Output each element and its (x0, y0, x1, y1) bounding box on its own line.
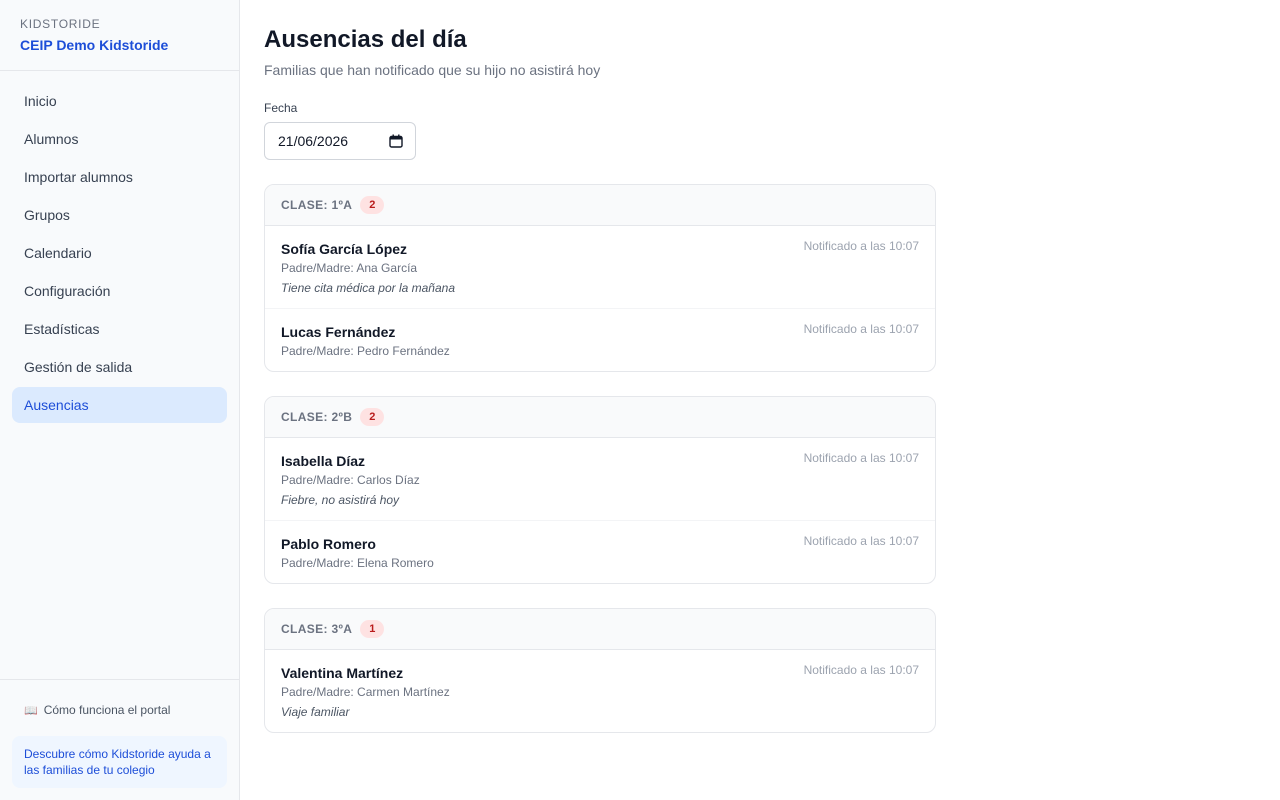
sidebar-item-inicio[interactable]: Inicio (12, 83, 227, 119)
sidebar-item-grupos[interactable]: Grupos (12, 197, 227, 233)
book-icon: 📖 (24, 704, 38, 717)
absence-note: Fiebre, no asistirá hoy (281, 493, 400, 507)
sidebar-item-alumnos[interactable]: Alumnos (12, 121, 227, 157)
promo-banner[interactable]: Descubre cómo Kidstoride ayuda a las fam… (12, 736, 227, 788)
page-title: Ausencias del día (264, 26, 467, 53)
calendar-icon[interactable] (389, 134, 403, 148)
absence-row: Valentina Martínez Padre/Madre: Carmen M… (265, 650, 935, 732)
date-input[interactable]: 21/06/2026 (264, 122, 416, 160)
absence-count-badge: 2 (360, 408, 385, 426)
sidebar-footer: 📖 Cómo funciona el portal Descubre cómo … (0, 679, 239, 800)
sidebar-item-ausencias[interactable]: Ausencias (12, 387, 227, 423)
notified-time: Notificado a las 10:07 (803, 534, 919, 548)
date-value: 21/06/2026 (278, 133, 349, 149)
class-header: CLASE: 1ºA 2 (265, 185, 935, 226)
parent-name: Padre/Madre: Carlos Díaz (281, 473, 420, 487)
notified-time: Notificado a las 10:07 (803, 451, 919, 465)
absence-row: Lucas Fernández Padre/Madre: Pedro Ferná… (265, 309, 935, 371)
absence-row: Pablo Romero Padre/Madre: Elena Romero N… (265, 521, 935, 583)
class-card-1a: CLASE: 1ºA 2 Sofía García López Padre/Ma… (264, 184, 936, 372)
notified-time: Notificado a las 10:07 (803, 663, 919, 677)
class-title: CLASE: 2ºB (281, 410, 353, 424)
help-link-label: Cómo funciona el portal (43, 703, 171, 717)
parent-name: Padre/Madre: Carmen Martínez (281, 685, 450, 699)
sidebar-item-importar-alumnos[interactable]: Importar alumnos (12, 159, 227, 195)
class-header: CLASE: 2ºB 2 (265, 397, 935, 438)
help-link[interactable]: 📖 Cómo funciona el portal (12, 700, 227, 720)
sidebar-nav: Inicio Alumnos Importar alumnos Grupos C… (0, 71, 239, 423)
class-card-2b: CLASE: 2ºB 2 Isabella Díaz Padre/Madre: … (264, 396, 936, 584)
absence-row: Sofía García López Padre/Madre: Ana Garc… (265, 226, 935, 309)
sidebar-item-calendario[interactable]: Calendario (12, 235, 227, 271)
school-name: CEIP Demo Kidstoride (20, 37, 169, 53)
notified-time: Notificado a las 10:07 (803, 322, 919, 336)
absence-row: Isabella Díaz Padre/Madre: Carlos Díaz F… (265, 438, 935, 521)
sidebar-item-gestion-de-salida[interactable]: Gestión de salida (12, 349, 227, 385)
parent-name: Padre/Madre: Elena Romero (281, 556, 434, 570)
date-label: Fecha (264, 101, 298, 115)
absence-note: Tiene cita médica por la mañana (281, 281, 455, 295)
absence-note: Viaje familiar (281, 705, 350, 719)
page-subtitle: Familias que han notificado que su hijo … (264, 62, 601, 78)
class-header: CLASE: 3ºA 1 (265, 609, 935, 650)
class-title: CLASE: 3ºA (281, 622, 353, 636)
class-title: CLASE: 1ºA (281, 198, 353, 212)
notified-time: Notificado a las 10:07 (803, 239, 919, 253)
brand-eyebrow: KIDSTORIDE (20, 17, 101, 31)
main-content: Ausencias del día Familias que han notif… (264, 24, 936, 733)
brand-block: KIDSTORIDE CEIP Demo Kidstoride (0, 0, 239, 71)
absence-count-badge: 1 (360, 620, 385, 638)
sidebar-item-estadisticas[interactable]: Estadísticas (12, 311, 227, 347)
sidebar: KIDSTORIDE CEIP Demo Kidstoride Inicio A… (0, 0, 240, 800)
sidebar-item-configuracion[interactable]: Configuración (12, 273, 227, 309)
class-card-3a: CLASE: 3ºA 1 Valentina Martínez Padre/Ma… (264, 608, 936, 733)
absence-count-badge: 2 (360, 196, 385, 214)
parent-name: Padre/Madre: Ana García (281, 261, 418, 275)
parent-name: Padre/Madre: Pedro Fernández (281, 344, 450, 358)
